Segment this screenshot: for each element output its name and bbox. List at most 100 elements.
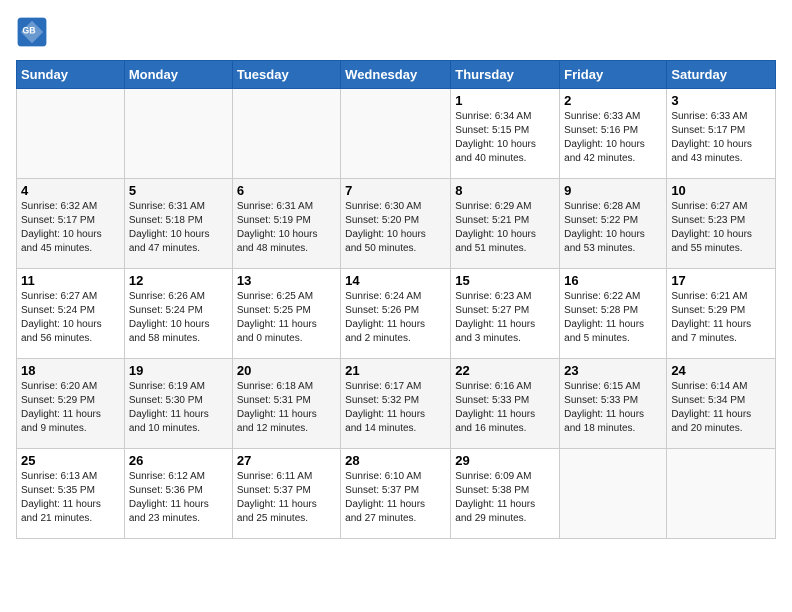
- calendar-week-row: 1Sunrise: 6:34 AM Sunset: 5:15 PM Daylig…: [17, 89, 776, 179]
- day-info: Sunrise: 6:11 AM Sunset: 5:37 PM Dayligh…: [237, 470, 336, 526]
- calendar-week-row: 25 Sunrise: 6:13 AM Sunset: 5:35 PM Dayli…: [17, 449, 776, 539]
- day-number: 13: [237, 273, 336, 288]
- calendar-table: SundayMondayTuesdayWednesdayThursdayFrid…: [16, 60, 776, 539]
- day-number: 9: [564, 183, 662, 198]
- calendar-cell: 14 Sunrise: 6:24 AM Sunset: 5:26 PM Dayli…: [341, 269, 451, 359]
- day-info: Sunrise: 6:15 AM Sunset: 5:33 PM Dayligh…: [564, 380, 662, 436]
- day-number: 5: [129, 183, 228, 198]
- day-info: Sunrise: 6:26 AM Sunset: 5:24 PM Dayligh…: [129, 290, 228, 346]
- day-info: Sunrise: 6:31 AM Sunset: 5:19 PM Dayligh…: [237, 200, 336, 256]
- calendar-cell: 17 Sunrise: 6:21 AM Sunset: 5:29 PM Dayli…: [667, 269, 776, 359]
- calendar-header-row: SundayMondayTuesdayWednesdayThursdayFrid…: [17, 61, 776, 89]
- day-number: 12: [129, 273, 228, 288]
- day-info: Sunrise: 6:24 AM Sunset: 5:26 PM Dayligh…: [345, 290, 446, 346]
- day-number: 8: [455, 183, 555, 198]
- day-number: 29: [455, 453, 555, 468]
- day-info: Sunrise: 6:17 AM Sunset: 5:32 PM Dayligh…: [345, 380, 446, 436]
- day-number: 4: [21, 183, 120, 198]
- calendar-cell: [341, 89, 451, 179]
- day-number: 14: [345, 273, 446, 288]
- day-number: 2: [564, 93, 662, 108]
- day-number: 24: [671, 363, 771, 378]
- col-header-friday: Friday: [560, 61, 667, 89]
- day-info: Sunrise: 6:13 AM Sunset: 5:35 PM Dayligh…: [21, 470, 120, 526]
- day-number: 26: [129, 453, 228, 468]
- day-info: Sunrise: 6:27 AM Sunset: 5:23 PM Dayligh…: [671, 200, 771, 256]
- calendar-cell: 28 Sunrise: 6:10 AM Sunset: 5:37 PM Dayli…: [341, 449, 451, 539]
- day-number: 6: [237, 183, 336, 198]
- calendar-cell: [17, 89, 125, 179]
- day-number: 15: [455, 273, 555, 288]
- day-number: 18: [21, 363, 120, 378]
- day-number: 22: [455, 363, 555, 378]
- calendar-cell: 29 Sunrise: 6:09 AM Sunset: 5:38 PM Dayli…: [451, 449, 560, 539]
- day-info: Sunrise: 6:10 AM Sunset: 5:37 PM Dayligh…: [345, 470, 446, 526]
- calendar-cell: 10 Sunrise: 6:27 AM Sunset: 5:23 PM Dayli…: [667, 179, 776, 269]
- day-number: 17: [671, 273, 771, 288]
- day-number: 10: [671, 183, 771, 198]
- col-header-saturday: Saturday: [667, 61, 776, 89]
- calendar-cell: 11 Sunrise: 6:27 AM Sunset: 5:24 PM Dayli…: [17, 269, 125, 359]
- calendar-cell: 3Sunrise: 6:33 AM Sunset: 5:17 PM Daylig…: [667, 89, 776, 179]
- logo: GB: [16, 16, 50, 48]
- calendar-cell: 5 Sunrise: 6:31 AM Sunset: 5:18 PM Daylig…: [124, 179, 232, 269]
- calendar-cell: 27 Sunrise: 6:11 AM Sunset: 5:37 PM Dayli…: [232, 449, 340, 539]
- day-info: Sunrise: 6:23 AM Sunset: 5:27 PM Dayligh…: [455, 290, 555, 346]
- day-info: Sunrise: 6:33 AM Sunset: 5:16 PM Dayligh…: [564, 110, 662, 166]
- day-number: 3: [671, 93, 771, 108]
- day-number: 16: [564, 273, 662, 288]
- day-info: Sunrise: 6:16 AM Sunset: 5:33 PM Dayligh…: [455, 380, 555, 436]
- calendar-cell: 22 Sunrise: 6:16 AM Sunset: 5:33 PM Dayli…: [451, 359, 560, 449]
- svg-text:GB: GB: [22, 26, 35, 36]
- col-header-thursday: Thursday: [451, 61, 560, 89]
- day-info: Sunrise: 6:18 AM Sunset: 5:31 PM Dayligh…: [237, 380, 336, 436]
- calendar-week-row: 18 Sunrise: 6:20 AM Sunset: 5:29 PM Dayli…: [17, 359, 776, 449]
- page-header: GB: [16, 16, 776, 48]
- col-header-sunday: Sunday: [17, 61, 125, 89]
- col-header-wednesday: Wednesday: [341, 61, 451, 89]
- calendar-cell: 1Sunrise: 6:34 AM Sunset: 5:15 PM Daylig…: [451, 89, 560, 179]
- day-info: Sunrise: 6:22 AM Sunset: 5:28 PM Dayligh…: [564, 290, 662, 346]
- day-number: 20: [237, 363, 336, 378]
- calendar-cell: 9 Sunrise: 6:28 AM Sunset: 5:22 PM Daylig…: [560, 179, 667, 269]
- logo-icon: GB: [16, 16, 48, 48]
- day-info: Sunrise: 6:30 AM Sunset: 5:20 PM Dayligh…: [345, 200, 446, 256]
- day-number: 28: [345, 453, 446, 468]
- day-info: Sunrise: 6:28 AM Sunset: 5:22 PM Dayligh…: [564, 200, 662, 256]
- calendar-week-row: 11 Sunrise: 6:27 AM Sunset: 5:24 PM Dayli…: [17, 269, 776, 359]
- calendar-cell: [560, 449, 667, 539]
- calendar-cell: 25 Sunrise: 6:13 AM Sunset: 5:35 PM Dayli…: [17, 449, 125, 539]
- day-info: Sunrise: 6:32 AM Sunset: 5:17 PM Dayligh…: [21, 200, 120, 256]
- day-number: 25: [21, 453, 120, 468]
- calendar-cell: [667, 449, 776, 539]
- day-info: Sunrise: 6:27 AM Sunset: 5:24 PM Dayligh…: [21, 290, 120, 346]
- calendar-cell: 8 Sunrise: 6:29 AM Sunset: 5:21 PM Daylig…: [451, 179, 560, 269]
- day-info: Sunrise: 6:34 AM Sunset: 5:15 PM Dayligh…: [455, 110, 555, 166]
- day-info: Sunrise: 6:29 AM Sunset: 5:21 PM Dayligh…: [455, 200, 555, 256]
- day-number: 21: [345, 363, 446, 378]
- day-info: Sunrise: 6:20 AM Sunset: 5:29 PM Dayligh…: [21, 380, 120, 436]
- day-info: Sunrise: 6:21 AM Sunset: 5:29 PM Dayligh…: [671, 290, 771, 346]
- calendar-cell: 24Sunrise: 6:14 AM Sunset: 5:34 PM Dayli…: [667, 359, 776, 449]
- calendar-cell: 26 Sunrise: 6:12 AM Sunset: 5:36 PM Dayli…: [124, 449, 232, 539]
- day-number: 11: [21, 273, 120, 288]
- day-number: 23: [564, 363, 662, 378]
- calendar-week-row: 4 Sunrise: 6:32 AM Sunset: 5:17 PM Daylig…: [17, 179, 776, 269]
- col-header-tuesday: Tuesday: [232, 61, 340, 89]
- day-info: Sunrise: 6:09 AM Sunset: 5:38 PM Dayligh…: [455, 470, 555, 526]
- calendar-cell: 23 Sunrise: 6:15 AM Sunset: 5:33 PM Dayli…: [560, 359, 667, 449]
- col-header-monday: Monday: [124, 61, 232, 89]
- day-number: 27: [237, 453, 336, 468]
- calendar-cell: 20 Sunrise: 6:18 AM Sunset: 5:31 PM Dayli…: [232, 359, 340, 449]
- calendar-cell: 4 Sunrise: 6:32 AM Sunset: 5:17 PM Daylig…: [17, 179, 125, 269]
- calendar-cell: 21 Sunrise: 6:17 AM Sunset: 5:32 PM Dayli…: [341, 359, 451, 449]
- calendar-cell: 16 Sunrise: 6:22 AM Sunset: 5:28 PM Dayli…: [560, 269, 667, 359]
- calendar-cell: [232, 89, 340, 179]
- day-info: Sunrise: 6:12 AM Sunset: 5:36 PM Dayligh…: [129, 470, 228, 526]
- calendar-cell: 15 Sunrise: 6:23 AM Sunset: 5:27 PM Dayli…: [451, 269, 560, 359]
- day-info: Sunrise: 6:31 AM Sunset: 5:18 PM Dayligh…: [129, 200, 228, 256]
- day-number: 7: [345, 183, 446, 198]
- calendar-cell: 2 Sunrise: 6:33 AM Sunset: 5:16 PM Daylig…: [560, 89, 667, 179]
- calendar-cell: 13Sunrise: 6:25 AM Sunset: 5:25 PM Dayli…: [232, 269, 340, 359]
- calendar-cell: 18 Sunrise: 6:20 AM Sunset: 5:29 PM Dayli…: [17, 359, 125, 449]
